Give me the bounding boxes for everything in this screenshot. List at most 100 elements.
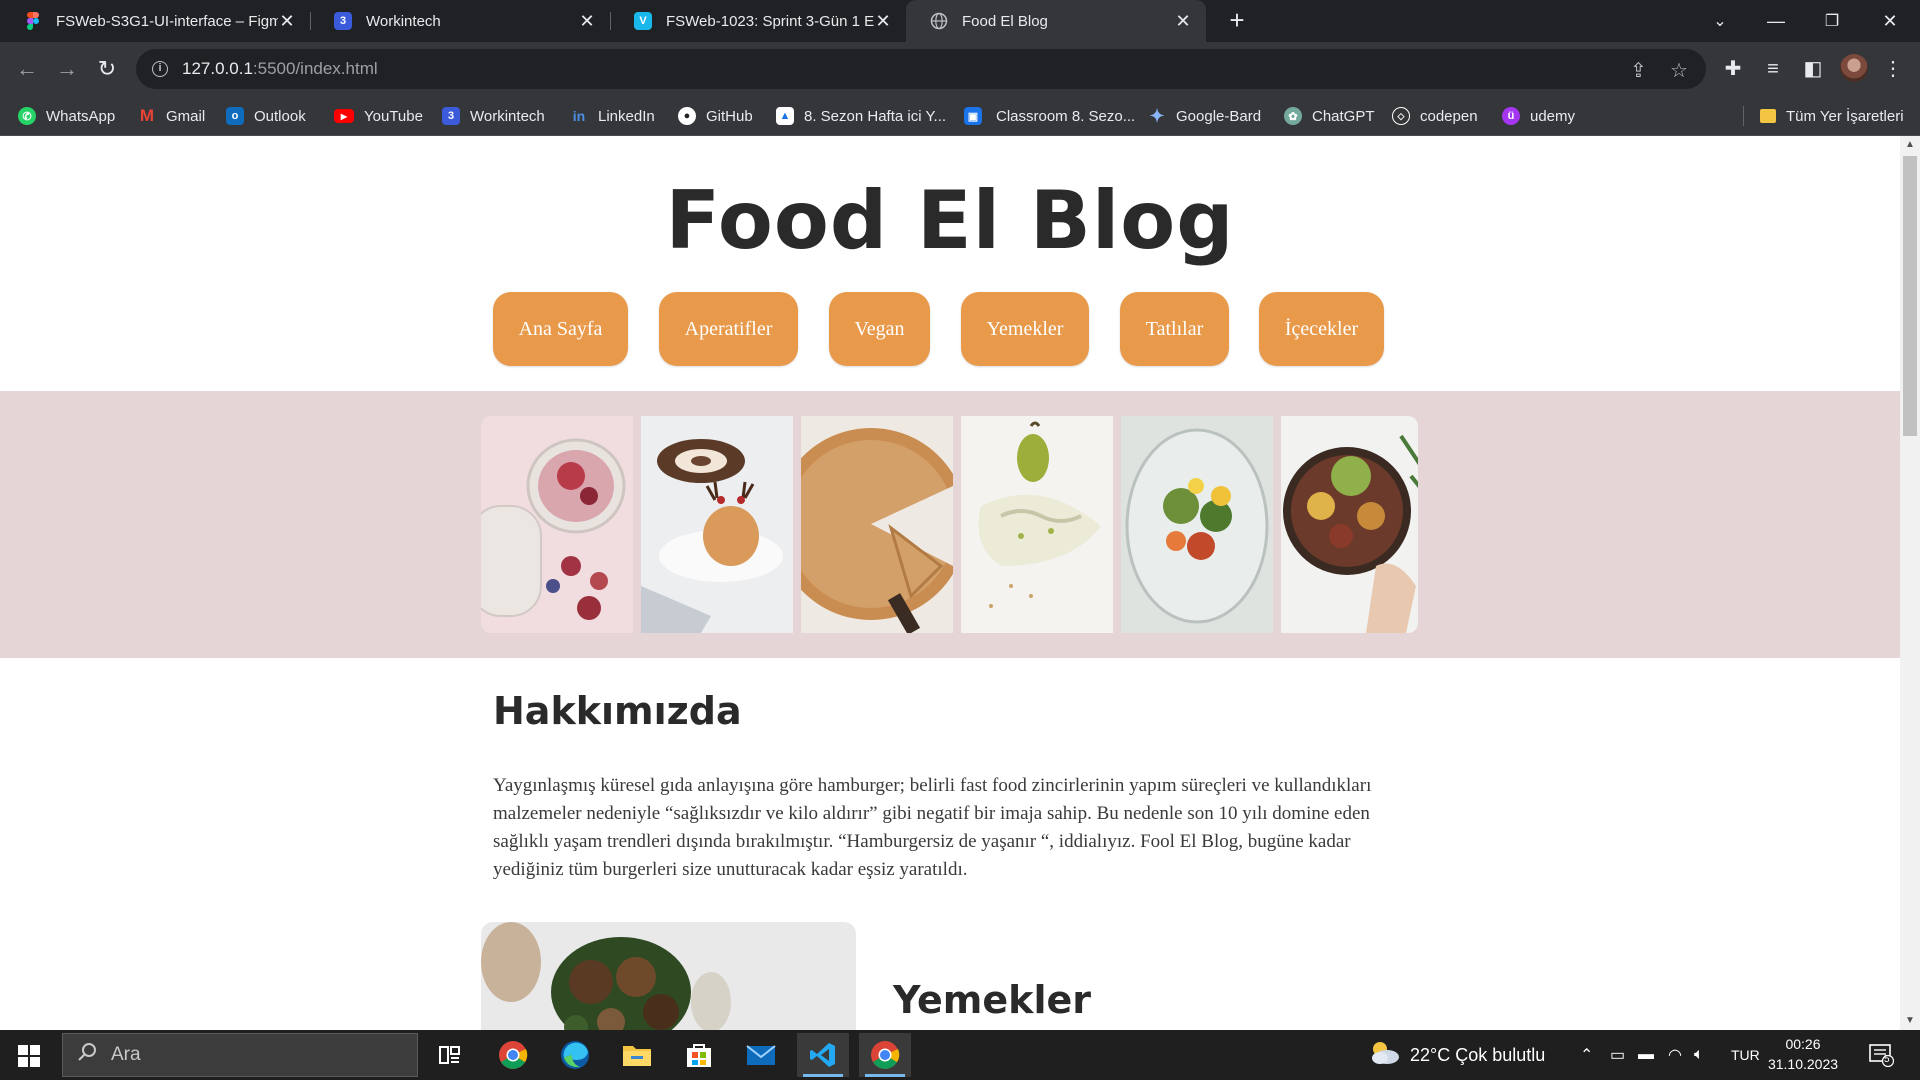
- menu-vegan[interactable]: Vegan: [829, 292, 930, 366]
- bookmark-linkedin[interactable]: in LinkedIn: [570, 96, 655, 136]
- file-explorer-icon[interactable]: [611, 1033, 663, 1077]
- bookmark-label: WhatsApp: [46, 107, 116, 125]
- github-icon: ●: [678, 107, 696, 125]
- close-icon[interactable]: ✕: [874, 11, 892, 32]
- meet-now-icon[interactable]: ▭: [1610, 1030, 1625, 1080]
- wifi-icon[interactable]: ◠: [1668, 1030, 1682, 1080]
- back-button[interactable]: ←: [10, 52, 44, 86]
- share-icon[interactable]: ⇪: [1630, 58, 1647, 83]
- notification-center-icon[interactable]: 5: [1868, 1030, 1894, 1080]
- bookmark-codepen[interactable]: ◇ codepen: [1392, 96, 1478, 136]
- menu-kebab-icon[interactable]: ⋮: [1876, 52, 1910, 86]
- show-hidden-icons[interactable]: ⌃: [1580, 1030, 1593, 1080]
- scroll-up-arrow[interactable]: ▲: [1900, 136, 1920, 154]
- gallery-image-dessert: [641, 416, 793, 633]
- minimize-button[interactable]: —: [1748, 0, 1804, 42]
- menu-yemekler[interactable]: Yemekler: [961, 292, 1089, 366]
- doc-icon: ▲: [776, 107, 794, 125]
- outlook-icon: o: [226, 107, 244, 125]
- media-control-icon[interactable]: ≡: [1756, 52, 1790, 86]
- new-tab-button[interactable]: +: [1222, 6, 1252, 36]
- url-host: 127.0.0.1: [182, 59, 253, 78]
- reload-button[interactable]: ↻: [90, 52, 124, 86]
- site-info-icon[interactable]: i: [152, 61, 168, 77]
- task-view-icon[interactable]: [424, 1033, 476, 1077]
- weather-widget[interactable]: 22°C Çok bulutlu: [1368, 1030, 1545, 1080]
- mail-icon[interactable]: [735, 1033, 787, 1077]
- tab-workintech[interactable]: 3 Workintech ✕: [310, 0, 610, 42]
- bookmark-whatsapp[interactable]: ✆ WhatsApp: [18, 96, 115, 136]
- scroll-down-arrow[interactable]: ▼: [1900, 1012, 1920, 1030]
- restore-button[interactable]: ❐: [1804, 0, 1860, 42]
- bookmark-folder-all[interactable]: Tüm Yer İşaretleri: [1760, 96, 1904, 136]
- image-gallery: [481, 416, 1418, 633]
- tab-title: Workintech: [366, 12, 441, 30]
- menu-ana-sayfa[interactable]: Ana Sayfa: [493, 292, 628, 366]
- main-menu: Ana Sayfa Aperatifler Vegan Yemekler Tat…: [0, 292, 1900, 366]
- tab-figma[interactable]: FSWeb-S3G1-UI-interface – Figma ✕: [0, 0, 310, 42]
- tab-vimeo[interactable]: V FSWeb-1023: Sprint 3-Gün 1 Etüt ✕: [610, 0, 906, 42]
- classroom-icon: ▣: [964, 107, 982, 125]
- bookmark-workintech[interactable]: 3 Workintech: [442, 96, 545, 136]
- extensions-icon[interactable]: ✚: [1716, 52, 1750, 86]
- bookmark-google-bard[interactable]: ✦ Google-Bard: [1148, 96, 1261, 136]
- workintech-icon: 3: [334, 12, 352, 30]
- bookmark-youtube[interactable]: ▶ YouTube: [334, 96, 423, 136]
- address-bar[interactable]: i 127.0.0.1:5500/index.html ⇪ ☆: [136, 49, 1706, 89]
- input-language[interactable]: TUR: [1731, 1030, 1760, 1080]
- close-icon[interactable]: ✕: [278, 11, 296, 32]
- gallery-image-salad: [1121, 416, 1273, 633]
- menu-tatlilar[interactable]: Tatlılar: [1120, 292, 1229, 366]
- profile-avatar[interactable]: [1840, 54, 1868, 82]
- tab-food-el-blog[interactable]: Food El Blog ✕: [906, 0, 1206, 42]
- cloudy-weather-icon: [1368, 1040, 1400, 1071]
- bookmark-classroom[interactable]: ▣ Classroom 8. Sezo...: [964, 96, 1135, 136]
- tab-strip: FSWeb-S3G1-UI-interface – Figma ✕ 3 Work…: [0, 0, 1920, 42]
- bookmark-udemy[interactable]: ü udemy: [1502, 96, 1575, 136]
- bookmark-outlook[interactable]: o Outlook: [226, 96, 306, 136]
- bookmark-8-sezon[interactable]: ▲ 8. Sezon Hafta ici Y...: [776, 96, 946, 136]
- bookmark-label: Tüm Yer İşaretleri: [1786, 107, 1904, 125]
- tab-search-icon[interactable]: ⌄: [1692, 0, 1748, 42]
- notification-count: 5: [1884, 1054, 1890, 1065]
- gallery-image-pie: [801, 416, 953, 633]
- windows-start-icon[interactable]: [18, 1045, 40, 1067]
- side-panel-icon[interactable]: ◧: [1796, 52, 1830, 86]
- vscode-icon[interactable]: [797, 1033, 849, 1077]
- bookmark-github[interactable]: ● GitHub: [678, 96, 753, 136]
- browser-toolbar: ← → ↻ i 127.0.0.1:5500/index.html ⇪ ☆ ✚ …: [0, 42, 1920, 96]
- clock-date: 31.10.2023: [1767, 1056, 1839, 1072]
- bookmarks-bar: ✆ WhatsApp M Gmail o Outlook ▶ YouTube 3…: [0, 96, 1920, 136]
- active-app-indicator: [803, 1074, 843, 1077]
- volume-icon[interactable]: 🔈︎: [1694, 1030, 1704, 1080]
- edge-icon[interactable]: [549, 1033, 601, 1077]
- system-clock[interactable]: 00:26 31.10.2023: [1758, 1034, 1848, 1074]
- close-icon[interactable]: ✕: [578, 11, 596, 32]
- battery-icon[interactable]: ▬: [1638, 1030, 1654, 1080]
- taskbar-search[interactable]: Ara: [62, 1033, 418, 1077]
- workintech-icon: 3: [442, 107, 460, 125]
- close-icon[interactable]: ✕: [1174, 11, 1192, 32]
- bookmark-label: YouTube: [364, 107, 423, 125]
- menu-aperatifler[interactable]: Aperatifler: [659, 292, 798, 366]
- bookmark-chatgpt[interactable]: ✿ ChatGPT: [1284, 96, 1375, 136]
- whatsapp-icon: ✆: [18, 107, 36, 125]
- microsoft-store-icon[interactable]: [673, 1033, 725, 1077]
- bookmark-gmail[interactable]: M Gmail: [138, 96, 205, 136]
- close-window-button[interactable]: ✕: [1862, 0, 1918, 42]
- scroll-thumb[interactable]: [1903, 156, 1917, 436]
- bookmark-label: 8. Sezon Hafta ici Y...: [804, 107, 947, 125]
- about-title: Hakkımızda: [493, 689, 742, 733]
- chrome-active-icon[interactable]: [859, 1033, 911, 1077]
- page-scrollbar[interactable]: ▲ ▼: [1900, 136, 1920, 1030]
- star-icon[interactable]: ☆: [1670, 58, 1688, 83]
- tab-title: FSWeb-1023: Sprint 3-Gün 1 Etüt: [666, 12, 874, 30]
- forward-button[interactable]: →: [50, 52, 84, 86]
- menu-icecekler[interactable]: İçecekler: [1259, 292, 1384, 366]
- youtube-icon: ▶: [334, 109, 354, 123]
- chrome-icon[interactable]: [487, 1033, 539, 1077]
- bookmark-label: GitHub: [706, 107, 753, 125]
- site-title: Food El Blog: [665, 174, 1235, 267]
- gmail-icon: M: [139, 106, 155, 125]
- udemy-icon: ü: [1502, 107, 1520, 125]
